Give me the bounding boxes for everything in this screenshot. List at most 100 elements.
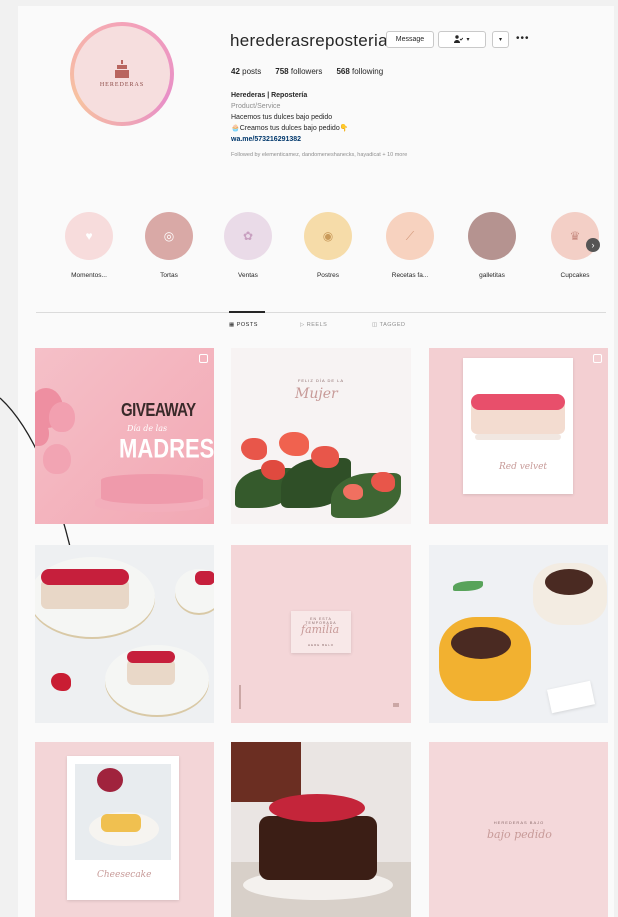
familia-tiny: HERE BELO (307, 643, 335, 647)
following-chevron-icon: ▾ (466, 37, 470, 43)
highlight-label: Ventas (238, 272, 258, 279)
cake-slice-top (127, 651, 175, 663)
person-check-icon (454, 34, 464, 45)
active-tab-indicator (229, 311, 265, 313)
bajo-small: HEREDERAS BAJO (493, 820, 545, 825)
logo-text: HEREDERAS (99, 82, 145, 88)
bio-line-2: 🧁Creamos tus dulces bajo pedido👇 (231, 125, 349, 132)
post-chocolate-cake[interactable] (231, 742, 411, 917)
highlight-2[interactable]: ◎ Tortas (139, 212, 199, 279)
post-mujer[interactable]: FELIZ DÍA DE LA Mujer (231, 348, 411, 524)
polaroid-card: Cheesecake (67, 756, 179, 900)
tab-posts[interactable]: ▦ POSTS (229, 322, 258, 328)
giveaway-script: Día de las (127, 424, 168, 433)
tag-icon: ◫ (372, 322, 378, 328)
familia-script: familia (301, 623, 340, 636)
cake-top (41, 569, 129, 585)
highlight-label: Cupcakes (560, 272, 590, 279)
bio-name: Herederas | Repostería (231, 92, 308, 99)
post-cheesecake[interactable] (35, 545, 214, 723)
profile-avatar[interactable]: HEREDERAS (70, 22, 174, 126)
post-passion-cheesecake[interactable]: Cheesecake (35, 742, 214, 917)
flower (261, 460, 285, 480)
chocolate-heart (545, 569, 593, 595)
giveaway-big: MADRES (119, 433, 214, 464)
posts-count[interactable]: 42 posts (231, 67, 261, 76)
bio-link[interactable]: wa.me/573216291382 (231, 134, 531, 145)
followed-by[interactable]: Followed by elementicamez, dandomeneshan… (231, 150, 531, 161)
whisk-icon: ⟋ (386, 212, 434, 260)
post-mousse[interactable] (429, 545, 608, 723)
heart-icon: ♥ (65, 212, 113, 260)
podium (101, 474, 203, 504)
tab-tagged[interactable]: ◫ TAGGED (372, 322, 405, 328)
flower (343, 484, 363, 500)
post-bajo-pedido[interactable]: HEREDERAS BAJO bajo pedido (429, 742, 608, 917)
flower (311, 446, 339, 468)
bajo-script: bajo pedido (487, 828, 552, 841)
strawberries (269, 794, 365, 822)
side-mark (239, 685, 241, 709)
cheesecake-slice (101, 814, 141, 832)
bio-category: Product/Service (231, 103, 281, 110)
highlight-label: Momentos... (71, 272, 107, 279)
post-drip-cake[interactable]: Red velvet (429, 348, 608, 524)
cookie-icon (468, 212, 516, 260)
cake-board (475, 434, 561, 440)
chair (231, 742, 301, 802)
mujer-script: Mujer (295, 386, 338, 402)
tab-reels[interactable]: ▷ REELS (300, 322, 327, 328)
emoji-icon: 🧁 (231, 125, 240, 132)
reels-icon: ▷ (300, 322, 305, 328)
followers-count[interactable]: 758 followers (275, 67, 322, 76)
chevron-down-icon: ▾ (498, 37, 502, 43)
suggestions-button[interactable]: ▾ (492, 31, 509, 48)
cake-icon: ◎ (145, 212, 193, 260)
post-familia[interactable]: EN ESTA TEMPORADA familia HERE BELO (231, 545, 411, 723)
tabs-divider (36, 312, 606, 313)
profile-stats: 42 posts 758 followers 568 following (231, 67, 383, 76)
highlight-1[interactable]: ♥ Momentos... (59, 212, 119, 279)
highlight-4[interactable]: ◉ Postres (298, 212, 358, 279)
chocolate-heart (451, 627, 511, 659)
balloon (43, 444, 71, 474)
cake-slice (195, 571, 214, 585)
mujer-small: FELIZ DÍA DE LA (297, 378, 345, 383)
highlight-3[interactable]: ✿ Ventas (218, 212, 278, 279)
sales-icon: ✿ (224, 212, 272, 260)
flower (241, 438, 267, 460)
message-button[interactable]: Message (386, 31, 434, 48)
passion-script: Cheesecake (97, 870, 152, 880)
cake-logo-icon (115, 60, 129, 78)
highlight-label: Postres (316, 272, 340, 279)
highlight-6[interactable]: galletitas (462, 212, 522, 279)
profile-bio: Herederas | Repostería Product/Service H… (231, 90, 531, 161)
carousel-icon (593, 354, 602, 363)
highlight-label: Recetas fa... (391, 272, 429, 279)
more-icon[interactable]: ••• (516, 33, 530, 44)
following-count[interactable]: 568 following (336, 67, 383, 76)
drip-script: Red velvet (499, 462, 548, 472)
label-card: EN ESTA TEMPORADA familia HERE BELO (291, 611, 351, 653)
highlight-5[interactable]: ⟋ Recetas fa... (380, 212, 440, 279)
cake-top (471, 394, 565, 410)
highlight-label: galletitas (479, 272, 505, 279)
pointer-emoji-icon: 👇 (339, 125, 349, 132)
carousel-icon (199, 354, 208, 363)
post-giveaway[interactable]: GIVEAWAY Día de las MADRES (35, 348, 214, 524)
flower (279, 432, 309, 456)
giveaway-title: GIVEAWAY (121, 400, 196, 421)
chevron-right-icon[interactable]: › (586, 238, 600, 252)
grid-icon: ▦ (229, 322, 235, 328)
following-button[interactable]: ▾ (438, 31, 486, 48)
avatar-logo: HEREDERAS (74, 26, 170, 122)
flower (371, 472, 395, 492)
profile-username: herederasreposteria (230, 31, 388, 50)
dessert-icon: ◉ (304, 212, 352, 260)
polaroid-card: Red velvet (463, 358, 573, 494)
passion-fruit (97, 768, 123, 792)
tag-card (546, 680, 596, 714)
bio-line-1: Hacemos tus dulces bajo pedido (231, 114, 333, 121)
mint-leaf (453, 581, 483, 591)
flower (51, 673, 71, 691)
